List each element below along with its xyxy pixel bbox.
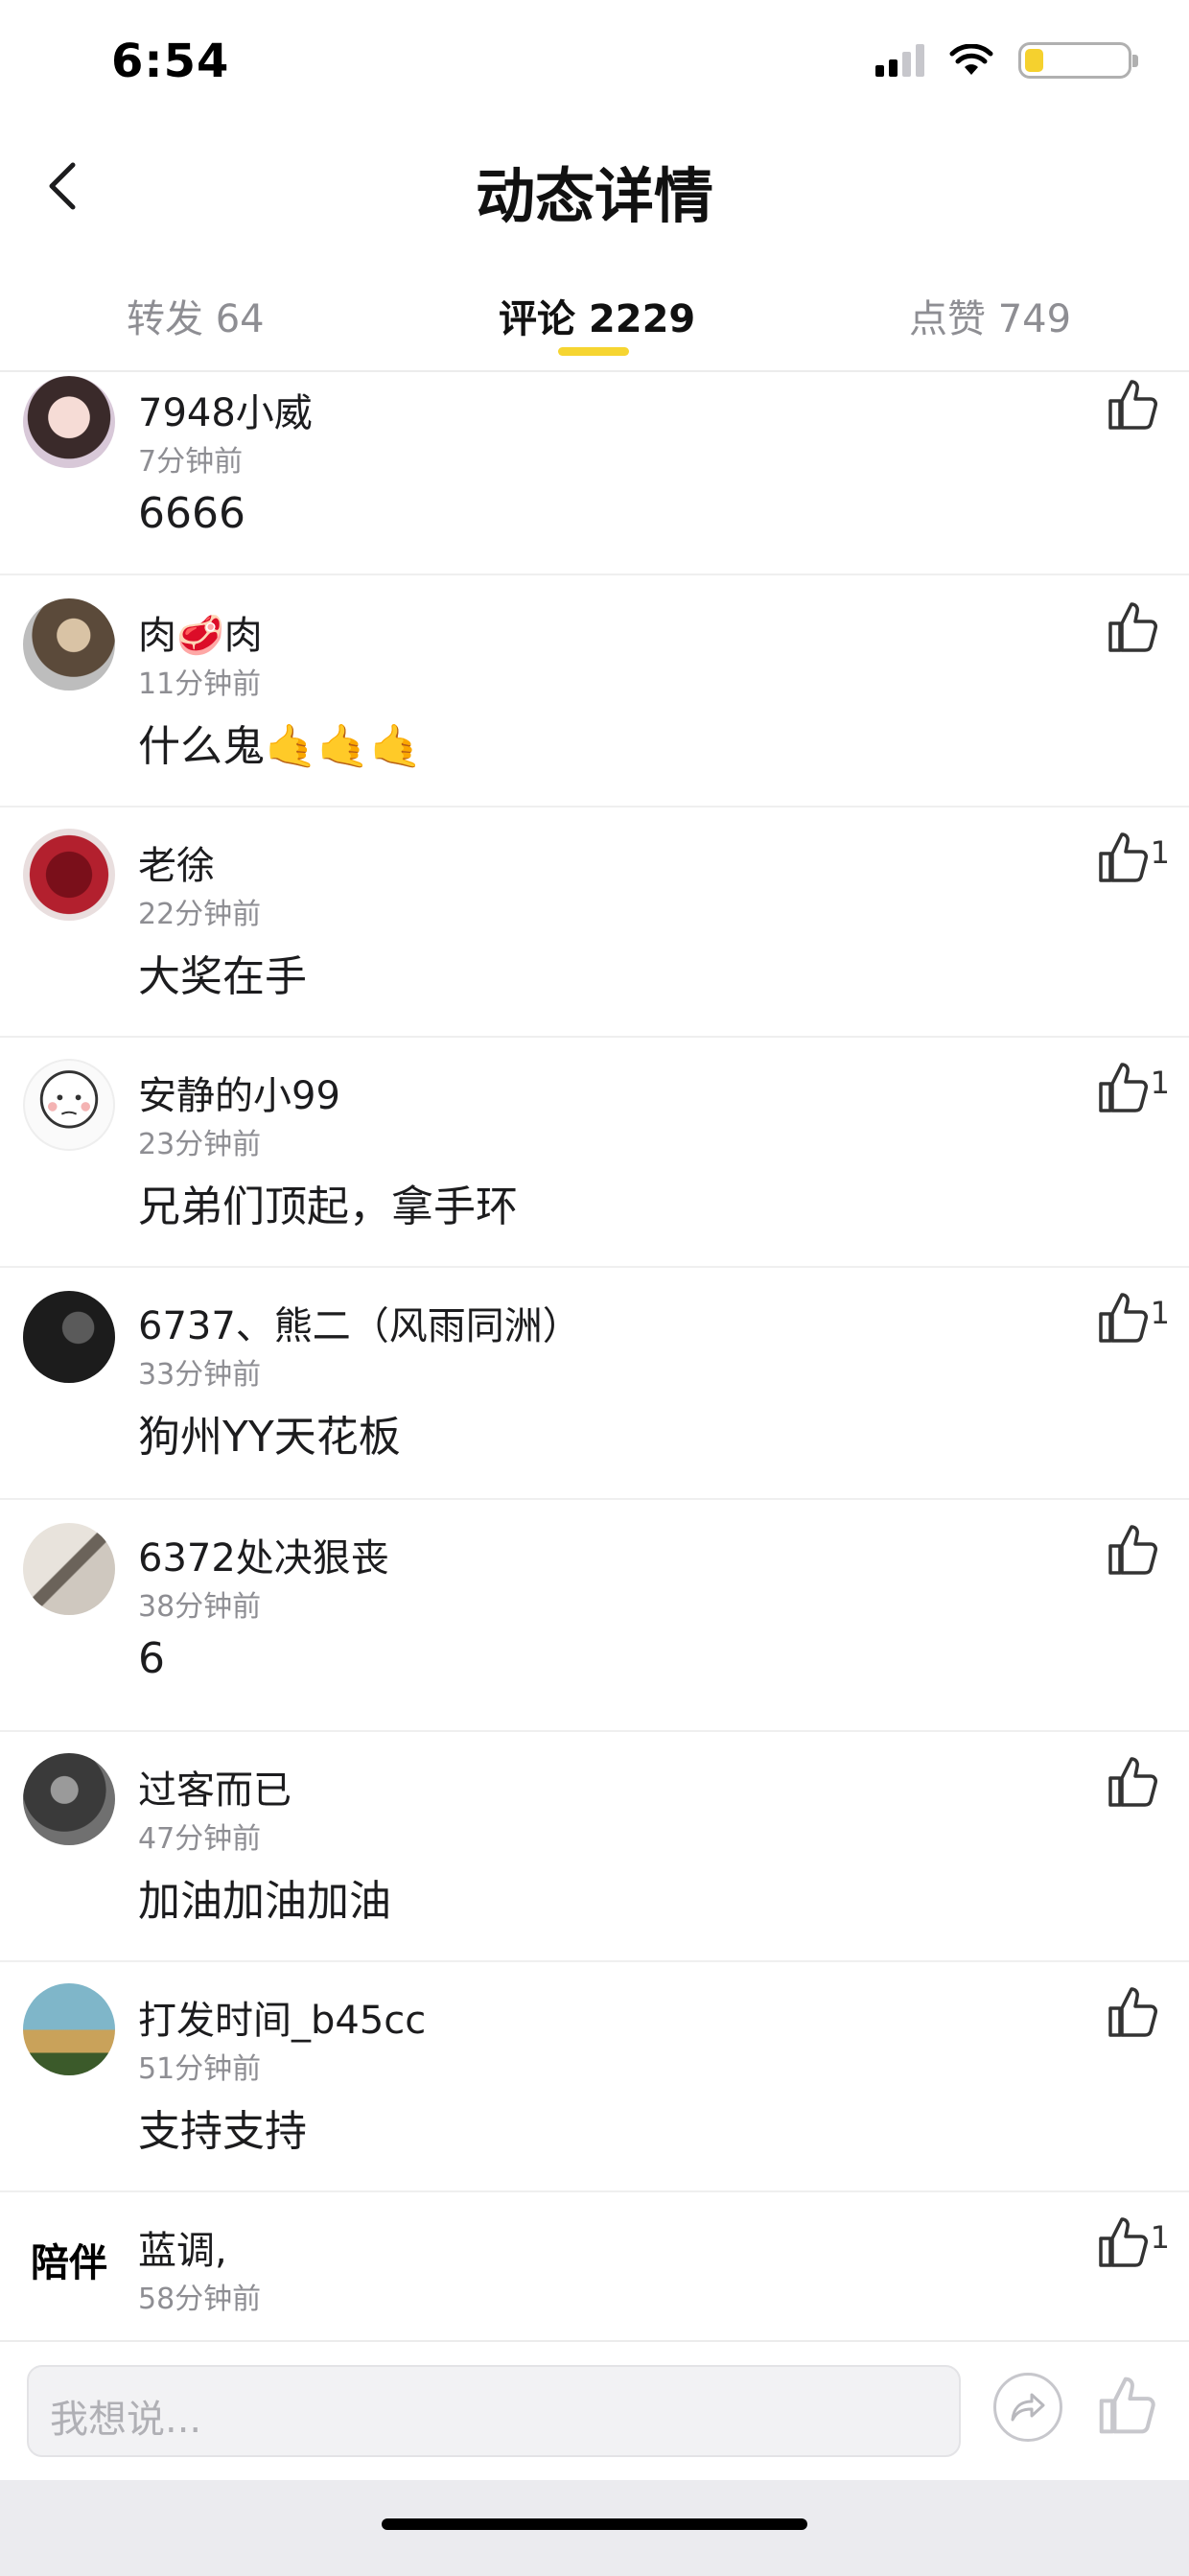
- share-icon: [1011, 2393, 1045, 2422]
- like-count: 1: [1150, 834, 1170, 871]
- wifi-icon: [949, 44, 993, 75]
- thumbs-up-icon: [1108, 602, 1157, 652]
- comment-text: 加油加油加油: [138, 1877, 391, 1926]
- comment-author[interactable]: 7948小威: [138, 382, 313, 437]
- comment-author[interactable]: 6737、熊二（风雨同洲）: [138, 1295, 581, 1350]
- comment-text: 支持支持: [138, 2107, 307, 2156]
- nav-bar: 动态详情: [0, 134, 1189, 240]
- comment-time: 47分钟前: [138, 1822, 262, 1856]
- comment-like[interactable]: [1107, 1523, 1160, 1577]
- comment-like[interactable]: [1107, 1755, 1160, 1809]
- comment-time: 38分钟前: [138, 1590, 262, 1624]
- comment-author[interactable]: 安静的小99: [138, 1065, 340, 1120]
- comment-time: 33分钟前: [138, 1358, 262, 1392]
- tab-likes[interactable]: 点赞 749: [909, 288, 1071, 343]
- thumbs-up-icon: [1108, 1757, 1157, 1807]
- comment-time: 51分钟前: [138, 2052, 262, 2086]
- comment-like[interactable]: 1: [1097, 2215, 1170, 2269]
- status-bar: 6:54: [0, 0, 1189, 125]
- comment-time: 7分钟前: [138, 445, 244, 479]
- comment-like[interactable]: [1107, 378, 1160, 432]
- comment-like[interactable]: 1: [1097, 831, 1170, 884]
- comment-time: 23分钟前: [138, 1128, 262, 1161]
- like-count: 1: [1150, 2219, 1170, 2256]
- comment-author[interactable]: 老徐: [138, 834, 215, 890]
- comment-list[interactable]: 7948小威 7分钟前 6666 肉🥩肉 11分钟前 什么鬼🤙🤙🤙 老徐 22分…: [0, 372, 1189, 2340]
- like-count: 1: [1150, 1295, 1170, 1331]
- comment-item[interactable]: 7948小威 7分钟前 6666: [0, 372, 1189, 575]
- comment-item[interactable]: 陪伴 蓝调, 58分钟前 1: [0, 2192, 1189, 2340]
- bottom-bar: 我想说...: [0, 2340, 1189, 2576]
- status-time: 6:54: [111, 35, 230, 88]
- comment-input-placeholder: 我想说...: [50, 2398, 202, 2442]
- comment-author[interactable]: 蓝调,: [138, 2219, 227, 2275]
- battery-icon: [1018, 42, 1138, 79]
- comment-author[interactable]: 肉🥩肉: [138, 604, 263, 660]
- like-count: 1: [1150, 1065, 1170, 1101]
- avatar[interactable]: [23, 1059, 115, 1151]
- comment-item[interactable]: 过客而已 47分钟前 加油加油加油: [0, 1732, 1189, 1962]
- comment-text: 6: [138, 1634, 165, 1683]
- avatar[interactable]: [23, 829, 115, 921]
- comment-time: 22分钟前: [138, 898, 262, 931]
- comment-text: 狗州YY天花板: [138, 1413, 401, 1462]
- comment-item[interactable]: 6372处决狠丧 38分钟前 6: [0, 1500, 1189, 1732]
- comment-input[interactable]: 我想说...: [27, 2365, 961, 2457]
- home-indicator[interactable]: [382, 2518, 807, 2530]
- status-icons: [875, 42, 1138, 79]
- thumbs-up-icon: [1098, 1293, 1148, 1343]
- tab-comments[interactable]: 评论 2229: [499, 288, 695, 343]
- avatar[interactable]: [23, 1753, 115, 1845]
- cellular-signal-icon: [875, 44, 924, 77]
- avatar-calligraphy: 陪伴: [31, 2240, 107, 2285]
- avatar[interactable]: [23, 1523, 115, 1615]
- comment-author[interactable]: 过客而已: [138, 1759, 291, 1815]
- cartoon-face-icon: [39, 1070, 99, 1129]
- thumbs-up-icon[interactable]: [1097, 2375, 1156, 2436]
- thumbs-up-icon: [1098, 832, 1148, 882]
- active-tab-indicator: [558, 347, 629, 356]
- comment-item[interactable]: 打发时间_b45cc 51分钟前 支持支持: [0, 1962, 1189, 2192]
- thumbs-up-icon: [1108, 1525, 1157, 1575]
- comment-text: 什么鬼🤙🤙🤙: [138, 722, 423, 771]
- home-indicator-area: [0, 2480, 1189, 2576]
- comment-item[interactable]: 安静的小99 23分钟前 兄弟们顶起，拿手环 1: [0, 1038, 1189, 1268]
- comment-author[interactable]: 6372处决狠丧: [138, 1527, 389, 1582]
- comment-like[interactable]: [1107, 1985, 1160, 2039]
- avatar[interactable]: 陪伴: [23, 2213, 115, 2306]
- thumbs-up-icon: [1098, 1063, 1148, 1112]
- comment-item[interactable]: 6737、熊二（风雨同洲） 33分钟前 狗州YY天花板 1: [0, 1268, 1189, 1500]
- comment-author[interactable]: 打发时间_b45cc: [138, 1989, 426, 2045]
- thumbs-up-icon: [1098, 2217, 1148, 2267]
- tab-bar: 转发 64 评论 2229 点赞 749: [0, 269, 1189, 372]
- battery-level: [1025, 49, 1043, 72]
- thumbs-up-icon: [1108, 380, 1157, 430]
- avatar[interactable]: [23, 1983, 115, 2075]
- page-title: 动态详情: [475, 161, 713, 231]
- share-button[interactable]: [993, 2373, 1062, 2442]
- comment-text: 6666: [138, 489, 245, 538]
- comment-item[interactable]: 肉🥩肉 11分钟前 什么鬼🤙🤙🤙: [0, 575, 1189, 808]
- avatar[interactable]: [23, 1291, 115, 1383]
- comment-time: 11分钟前: [138, 667, 262, 701]
- comment-like[interactable]: 1: [1097, 1061, 1170, 1114]
- comment-item[interactable]: 老徐 22分钟前 大奖在手 1: [0, 808, 1189, 1038]
- thumbs-up-icon: [1108, 1987, 1157, 2037]
- comment-like[interactable]: [1107, 600, 1160, 654]
- tab-reposts[interactable]: 转发 64: [127, 288, 265, 343]
- comment-like[interactable]: 1: [1097, 1291, 1170, 1345]
- comment-text: 兄弟们顶起，拿手环: [138, 1183, 518, 1231]
- comment-text: 大奖在手: [138, 952, 307, 1001]
- comment-time: 58分钟前: [138, 2283, 262, 2316]
- avatar[interactable]: [23, 598, 115, 691]
- avatar[interactable]: [23, 376, 115, 468]
